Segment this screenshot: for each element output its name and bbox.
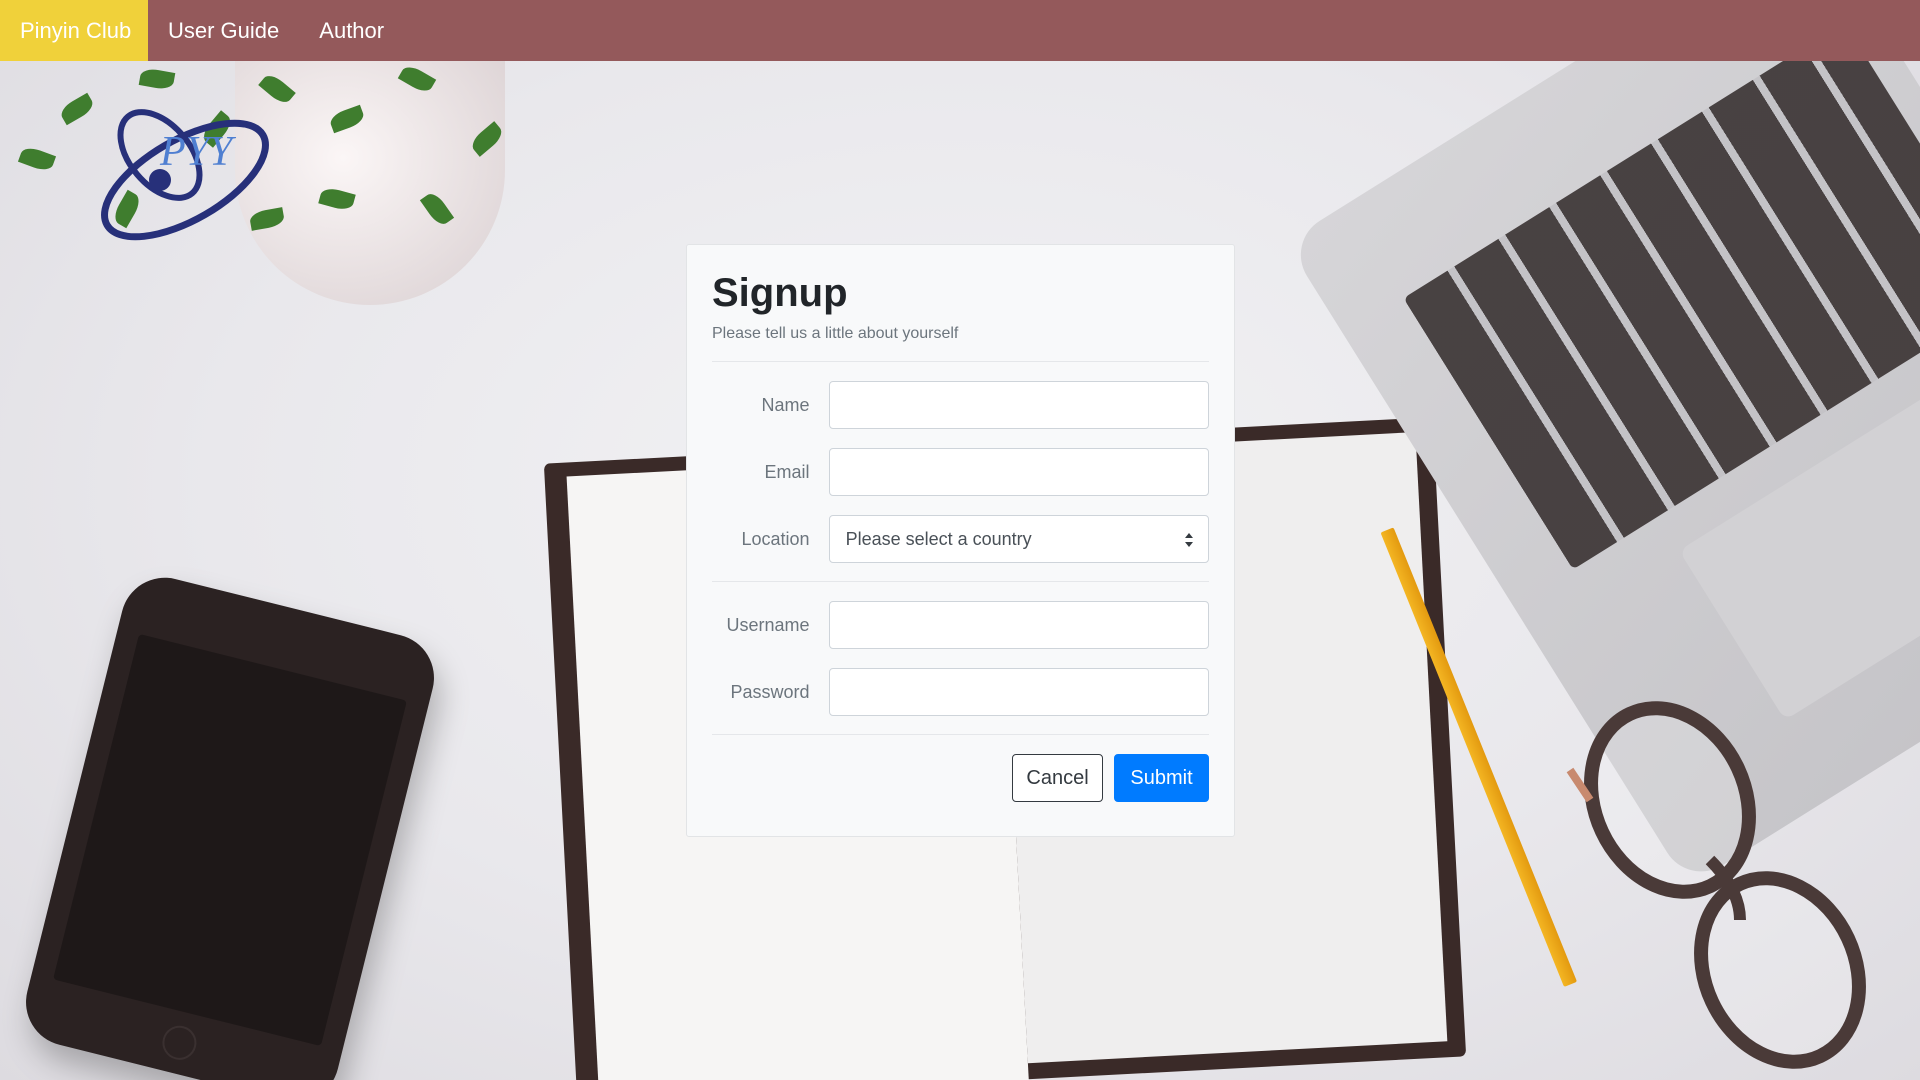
location-label: Location bbox=[741, 528, 810, 549]
nav-link-user-guide[interactable]: User Guide bbox=[148, 0, 299, 61]
password-input[interactable] bbox=[828, 668, 1209, 716]
divider bbox=[712, 361, 1209, 362]
password-label: Password bbox=[730, 681, 810, 702]
email-input[interactable] bbox=[828, 448, 1209, 496]
pyy-logo: PYY bbox=[101, 109, 269, 241]
nav-link-author[interactable]: Author bbox=[299, 0, 404, 61]
nav-brand-link[interactable]: Pinyin Club bbox=[0, 0, 148, 61]
location-row: Location Please select a country bbox=[712, 515, 1209, 563]
submit-button[interactable]: Submit bbox=[1114, 754, 1209, 802]
signup-title: Signup bbox=[712, 271, 848, 315]
page-background: PYY Pinyin Club User Guide Author Signup… bbox=[0, 0, 1920, 1080]
divider bbox=[712, 581, 1209, 582]
top-navbar: Pinyin Club User Guide Author bbox=[0, 0, 1920, 61]
username-row: Username bbox=[712, 601, 1209, 649]
username-label: Username bbox=[726, 614, 810, 635]
phone-decoration bbox=[16, 568, 444, 1080]
select-arrows-icon bbox=[1185, 533, 1193, 547]
email-label: Email bbox=[764, 461, 810, 482]
email-row: Email bbox=[712, 448, 1209, 496]
form-actions: Cancel Submit bbox=[712, 754, 1209, 802]
country-select[interactable]: Please select a country bbox=[828, 515, 1209, 563]
name-input[interactable] bbox=[828, 381, 1209, 429]
username-input[interactable] bbox=[828, 601, 1209, 649]
cancel-button[interactable]: Cancel bbox=[1012, 754, 1103, 802]
glasses-decoration bbox=[1566, 701, 1866, 1069]
name-row: Name bbox=[712, 381, 1209, 429]
signup-card: Signup Please tell us a little about you… bbox=[686, 244, 1235, 837]
logo-text: PYY bbox=[159, 129, 237, 175]
country-select-value: Please select a country bbox=[845, 528, 1032, 549]
password-row: Password bbox=[712, 668, 1209, 716]
name-label: Name bbox=[761, 394, 810, 415]
signup-subtitle: Please tell us a little about yourself bbox=[712, 325, 959, 342]
divider bbox=[712, 734, 1209, 735]
